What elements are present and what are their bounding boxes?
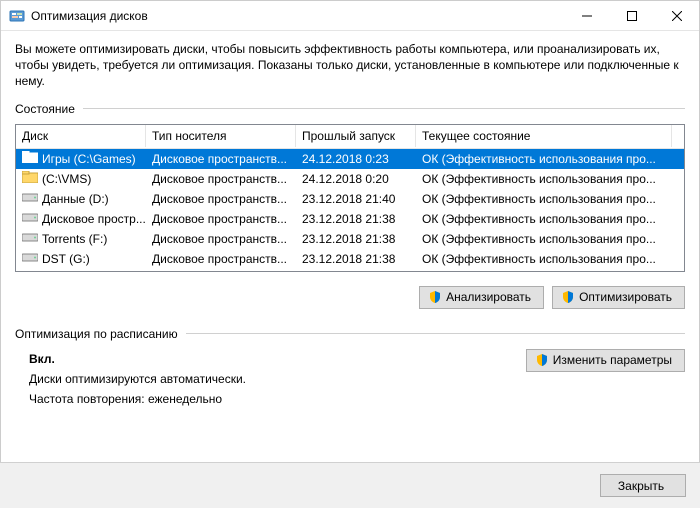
- drive-type: Дисковое пространств...: [146, 210, 296, 228]
- schedule-section-label: Оптимизация по расписанию: [15, 327, 685, 341]
- drive-icon: [22, 211, 38, 226]
- column-status[interactable]: Текущее состояние: [416, 125, 672, 147]
- column-type[interactable]: Тип носителя: [146, 125, 296, 147]
- close-button[interactable]: [654, 1, 699, 30]
- drive-icon: [22, 231, 38, 246]
- optimize-button[interactable]: Оптимизировать: [552, 286, 685, 309]
- shield-icon: [535, 353, 549, 367]
- close-dialog-button[interactable]: Закрыть: [600, 474, 686, 497]
- table-row[interactable]: Дисковое простр... Дисковое пространств.…: [16, 209, 684, 229]
- drive-last-run: 24.12.2018 0:20: [296, 170, 416, 188]
- change-settings-button[interactable]: Изменить параметры: [526, 349, 685, 372]
- drive-name: (C:\VMS): [42, 172, 91, 186]
- intro-text: Вы можете оптимизировать диски, чтобы по…: [15, 41, 685, 90]
- table-row[interactable]: DST (G:) Дисковое пространств... 23.12.2…: [16, 249, 684, 269]
- table-row[interactable]: Torrents (F:) Дисковое пространств... 23…: [16, 229, 684, 249]
- drive-last-run: 23.12.2018 21:38: [296, 230, 416, 248]
- defrag-app-icon: [9, 8, 25, 24]
- drive-last-run: 24.12.2018 0:23: [296, 150, 416, 168]
- drive-last-run: 23.12.2018 21:40: [296, 190, 416, 208]
- drive-name: Данные (D:): [42, 192, 109, 206]
- table-row[interactable]: Данные (D:) Дисковое пространств... 23.1…: [16, 189, 684, 209]
- minimize-button[interactable]: [564, 1, 609, 30]
- drive-list-header[interactable]: Диск Тип носителя Прошлый запуск Текущее…: [16, 125, 684, 149]
- schedule-info: Вкл. Диски оптимизируются автоматически.…: [15, 349, 526, 410]
- drive-last-run: 23.12.2018 21:38: [296, 250, 416, 268]
- maximize-button[interactable]: [609, 1, 654, 30]
- drive-list-body[interactable]: Игры (C:\Games) Дисковое пространств... …: [16, 149, 684, 271]
- drive-name: Torrents (F:): [42, 232, 107, 246]
- schedule-state: Вкл.: [29, 349, 526, 369]
- table-row[interactable]: (C:\VMS) Дисковое пространств... 24.12.2…: [16, 169, 684, 189]
- schedule-line2: Частота повторения: еженедельно: [29, 389, 526, 409]
- drive-last-run: 23.12.2018 21:38: [296, 210, 416, 228]
- drive-status: ОК (Эффективность использования про...: [416, 250, 684, 268]
- drive-status: ОК (Эффективность использования про...: [416, 150, 684, 168]
- drive-type: Дисковое пространств...: [146, 190, 296, 208]
- drive-status: ОК (Эффективность использования про...: [416, 190, 684, 208]
- status-label-text: Состояние: [15, 102, 75, 116]
- dialog-footer: Закрыть: [0, 462, 700, 508]
- drive-list[interactable]: Диск Тип носителя Прошлый запуск Текущее…: [15, 124, 685, 272]
- drive-type: Дисковое пространств...: [146, 170, 296, 188]
- drive-icon: [22, 191, 38, 206]
- drive-type: Дисковое пространств...: [146, 230, 296, 248]
- drive-name: Дисковое простр...: [42, 212, 146, 226]
- shield-icon: [561, 290, 575, 304]
- status-section-label: Состояние: [15, 102, 685, 116]
- column-disk[interactable]: Диск: [16, 125, 146, 147]
- drive-icon: [22, 251, 38, 266]
- divider: [83, 108, 685, 109]
- column-last-run[interactable]: Прошлый запуск: [296, 125, 416, 147]
- drive-name: Игры (C:\Games): [42, 152, 136, 166]
- drive-icon: [22, 151, 38, 166]
- table-row[interactable]: Игры (C:\Games) Дисковое пространств... …: [16, 149, 684, 169]
- schedule-label-text: Оптимизация по расписанию: [15, 327, 178, 341]
- titlebar: Оптимизация дисков: [1, 1, 699, 31]
- drive-status: ОК (Эффективность использования про...: [416, 170, 684, 188]
- drive-icon: [22, 171, 38, 186]
- drive-type: Дисковое пространств...: [146, 250, 296, 268]
- shield-icon: [428, 290, 442, 304]
- drive-type: Дисковое пространств...: [146, 150, 296, 168]
- drive-status: ОК (Эффективность использования про...: [416, 210, 684, 228]
- analyze-button[interactable]: Анализировать: [419, 286, 544, 309]
- drive-name: DST (G:): [42, 252, 90, 266]
- divider: [186, 333, 685, 334]
- drive-status: ОК (Эффективность использования про...: [416, 230, 684, 248]
- schedule-line1: Диски оптимизируются автоматически.: [29, 369, 526, 389]
- window-title: Оптимизация дисков: [31, 9, 564, 23]
